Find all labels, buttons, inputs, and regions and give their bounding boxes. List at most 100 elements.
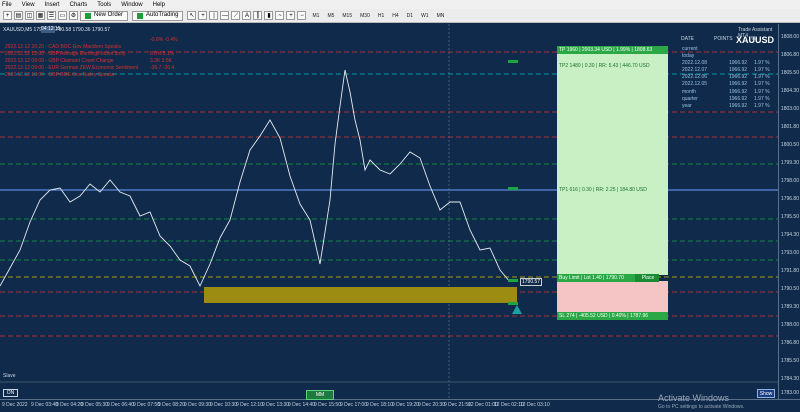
timeframe-w1[interactable]: W1 bbox=[421, 13, 429, 19]
price-tick: 1785.50 bbox=[780, 358, 799, 364]
text-icon[interactable]: A bbox=[242, 11, 252, 20]
new-chart-icon[interactable]: + bbox=[3, 11, 12, 20]
time-tick: 9 Dec 10:30 bbox=[210, 402, 237, 408]
panel-col-pct: % bbox=[751, 36, 756, 42]
news-item: 2022.12.12 13:00 - GBP BOE Gov Bailey Sp… bbox=[5, 72, 115, 78]
strategy-tester-icon[interactable]: ⚙ bbox=[69, 11, 78, 20]
timer-badge: 04:12:15 bbox=[41, 26, 61, 33]
zoom-out-icon[interactable]: − bbox=[297, 11, 307, 20]
tp1-label[interactable]: TP1 616 | 0.30 | RR: 2.25 | 184.80 USD bbox=[557, 186, 668, 194]
price-tick: 1794.30 bbox=[780, 232, 799, 238]
trendline-icon[interactable]: ⟋ bbox=[231, 11, 241, 20]
news-values: 6.0% 5.1% bbox=[150, 51, 175, 57]
time-tick: 9 Dec 19:20 bbox=[392, 402, 419, 408]
mm-button[interactable]: MM bbox=[306, 390, 334, 400]
news-item: 2022.12.12 12:00 - GBP Average Earnings … bbox=[5, 51, 126, 57]
news-values: -0.6% -0.4% bbox=[150, 37, 178, 43]
price-tick: 1793.00 bbox=[780, 250, 799, 256]
time-tick: 9 Dec 06:40 bbox=[107, 402, 134, 408]
time-tick: 9 Dec 03:40 bbox=[31, 402, 58, 408]
price-tick: 1806.80 bbox=[780, 52, 799, 58]
timeframe-mn[interactable]: MN bbox=[437, 13, 445, 19]
terminal-icon[interactable]: ▭ bbox=[58, 11, 67, 20]
candle-chart-icon[interactable]: ▮ bbox=[264, 11, 274, 20]
market-watch-icon[interactable]: ◫ bbox=[25, 11, 34, 20]
sl-label[interactable]: SL 274 | -405.52 USD | 0.40% | 1787.96 bbox=[557, 312, 668, 320]
price-tick: 1788.00 bbox=[780, 322, 799, 328]
time-tick: 9 Dec 12:10 bbox=[236, 402, 263, 408]
show-button[interactable]: Show bbox=[757, 389, 775, 398]
profiles-icon[interactable]: ▤ bbox=[14, 11, 23, 20]
cursor-icon[interactable]: ↖ bbox=[187, 11, 197, 20]
timeframe-h1[interactable]: H1 bbox=[378, 13, 384, 19]
news-values: 3.3K 3.5K bbox=[150, 58, 172, 64]
autotrading-button[interactable]: AutoTrading bbox=[132, 10, 184, 21]
price-tick: 1783.00 bbox=[780, 390, 799, 396]
activate-windows-title: Activate Windows bbox=[658, 393, 730, 403]
toolbar: + ▤ ◫ ▦ ☰ ▭ ⚙ New Order AutoTrading ↖ + … bbox=[0, 9, 800, 23]
entry-label[interactable]: Buy Limit | Lot 1.40 | 1790.70 bbox=[557, 274, 635, 282]
tp-label[interactable]: TP 1960 | 2003.34 USD | 1.99% | 1808.63 bbox=[557, 46, 668, 54]
menu-insert[interactable]: Insert bbox=[45, 2, 60, 8]
news-item: 2022.12.12 20:20 - CAD BOC Gov Macklem S… bbox=[5, 44, 122, 50]
navigator-icon[interactable]: ☰ bbox=[47, 11, 56, 20]
menu-help[interactable]: Help bbox=[153, 2, 165, 8]
vertical-line-icon[interactable]: | bbox=[209, 11, 219, 20]
price-tick: 1796.80 bbox=[780, 196, 799, 202]
price-tick: 1786.80 bbox=[780, 340, 799, 346]
price-tick: 1798.00 bbox=[780, 178, 799, 184]
autotrading-icon bbox=[137, 12, 144, 19]
time-tick: 9 Dec 13:30 bbox=[262, 402, 289, 408]
time-tick: 9 Dec 09:30 bbox=[184, 402, 211, 408]
timeframe-m1[interactable]: M1 bbox=[312, 13, 319, 19]
bar-chart-icon[interactable]: ┃ bbox=[253, 11, 263, 20]
news-item: 2022.12.12 09:00 - GBP Claimant Count Ch… bbox=[5, 58, 114, 64]
menu-charts[interactable]: Charts bbox=[70, 2, 88, 8]
tp2-label[interactable]: TP2 1480 | 0.30 | RR: 5.43 | 446.70 USD bbox=[557, 62, 668, 70]
price-tick: 1801.80 bbox=[780, 124, 799, 130]
timeframe-m30[interactable]: M30 bbox=[360, 13, 370, 19]
timeframe-d1[interactable]: D1 bbox=[407, 13, 413, 19]
new-order-icon bbox=[85, 12, 91, 19]
zoom-in-icon[interactable]: + bbox=[286, 11, 296, 20]
time-tick: 9 Dec 20:30 bbox=[418, 402, 445, 408]
tp1-handle bbox=[508, 187, 518, 190]
timeframe-m5[interactable]: M5 bbox=[327, 13, 334, 19]
price-tick: 1790.50 bbox=[780, 286, 799, 292]
price-tick: 1799.30 bbox=[780, 160, 799, 166]
time-tick: 9 Dec 04:20 bbox=[56, 402, 83, 408]
menu-tools[interactable]: Tools bbox=[97, 2, 111, 8]
crosshair-icon[interactable]: + bbox=[198, 11, 208, 20]
menu-view[interactable]: View bbox=[22, 2, 35, 8]
time-tick: 9 Dec 21:50 bbox=[444, 402, 471, 408]
trade-assistant-panel: Trade Assistant MT4 XAUUSD DATE POINTS %… bbox=[681, 27, 775, 109]
data-window-icon[interactable]: ▦ bbox=[36, 11, 45, 20]
price-axis[interactable]: 1808.00 1806.80 1805.50 1804.30 1803.00 … bbox=[778, 24, 800, 399]
price-tick: 1803.00 bbox=[780, 106, 799, 112]
on-button[interactable]: ON bbox=[3, 389, 18, 397]
panel-col-date: DATE bbox=[681, 36, 694, 42]
menu-file[interactable]: File bbox=[2, 2, 12, 8]
take-profit-zone bbox=[557, 48, 668, 275]
demand-zone bbox=[204, 287, 517, 303]
menu-window[interactable]: Window bbox=[121, 2, 142, 8]
timeframe-h4[interactable]: H4 bbox=[392, 13, 398, 19]
line-chart-icon[interactable]: ~ bbox=[275, 11, 285, 20]
new-order-button[interactable]: New Order bbox=[80, 10, 129, 21]
price-tick: 1791.80 bbox=[780, 268, 799, 274]
timeframe-m15[interactable]: M15 bbox=[342, 13, 352, 19]
price-line bbox=[0, 69, 511, 288]
price-tick: 1784.30 bbox=[780, 376, 799, 382]
horizontal-line-icon[interactable]: — bbox=[220, 11, 230, 20]
price-chart[interactable]: TP 1960 | 2003.34 USD | 1.99% | 1808.63 … bbox=[0, 24, 778, 399]
time-tick: 9 Dec 17:00 bbox=[340, 402, 367, 408]
current-price-marker bbox=[512, 305, 522, 314]
price-tick: 1789.30 bbox=[780, 304, 799, 310]
price-tick: 1800.50 bbox=[780, 142, 799, 148]
menu-bar: File View Insert Charts Tools Window Hel… bbox=[0, 0, 800, 9]
price-tick: 1805.50 bbox=[780, 70, 799, 76]
place-button[interactable]: Place bbox=[635, 274, 659, 282]
time-tick: 9 Dec 05:30 bbox=[81, 402, 108, 408]
time-tick: 9 Dec 14:40 bbox=[288, 402, 315, 408]
price-tick: 1804.30 bbox=[780, 88, 799, 94]
